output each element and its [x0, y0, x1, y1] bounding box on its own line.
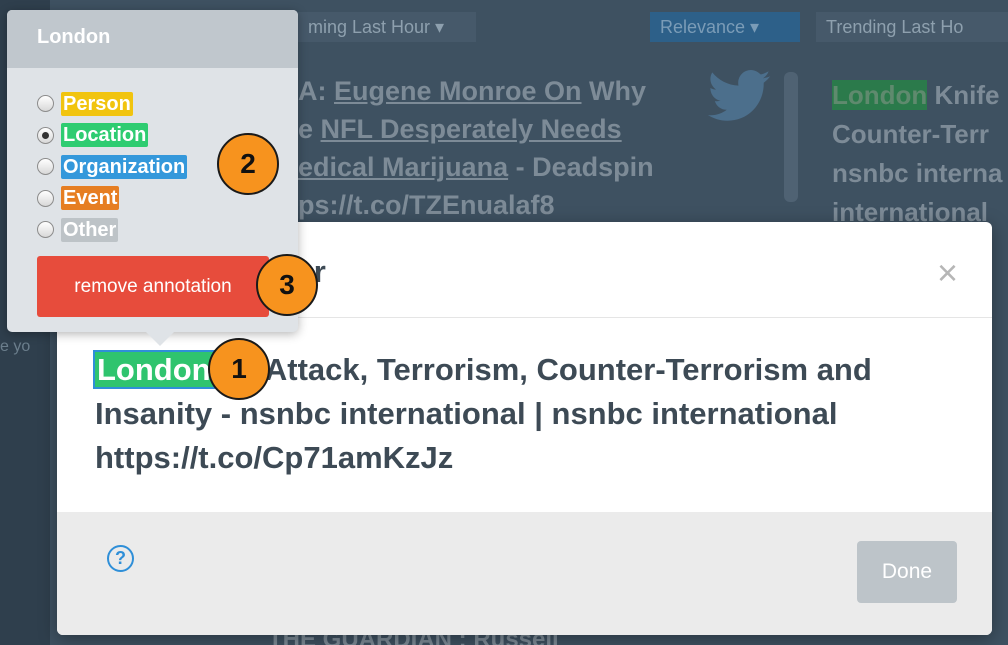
callout-badge-3: 3: [256, 254, 318, 316]
radio-location[interactable]: [37, 126, 54, 144]
option-location[interactable]: Location: [37, 120, 187, 152]
callout-badge-2: 2: [217, 133, 279, 195]
background-scrollbar: [784, 72, 798, 202]
twitter-bird-icon: [707, 70, 771, 121]
popover-arrow: [146, 332, 174, 346]
tag-organization: Organization: [61, 154, 188, 179]
help-icon[interactable]: ?: [107, 545, 134, 572]
background-time-filter: ming Last Hour ▾: [298, 12, 476, 42]
remove-annotation-button[interactable]: remove annotation: [37, 256, 269, 317]
modal-footer: ? Done: [57, 512, 992, 635]
option-organization[interactable]: Organization: [37, 151, 188, 183]
popover-title: London: [7, 10, 298, 68]
entity-type-options: Person Location Organization Event Other: [37, 88, 188, 246]
option-person[interactable]: Person: [37, 88, 187, 120]
modal-body: London fe Attack, Terrorism, Counter-Ter…: [57, 318, 992, 512]
callout-badge-1: 1: [208, 338, 270, 400]
radio-other[interactable]: [37, 221, 54, 239]
background-trending-filter: Trending Last Ho: [816, 12, 1008, 42]
tag-event: Event: [61, 186, 120, 211]
option-event[interactable]: Event: [37, 183, 187, 215]
radio-event[interactable]: [37, 189, 54, 207]
background-right-tweet: London Knife Counter-Terr nsnbc interna …: [832, 80, 1003, 227]
option-other[interactable]: Other: [37, 214, 187, 246]
close-icon[interactable]: ×: [937, 252, 958, 294]
tag-location: Location: [61, 123, 149, 148]
tag-other: Other: [61, 217, 119, 242]
annotated-entity[interactable]: London: [93, 350, 215, 389]
radio-person[interactable]: [37, 95, 54, 113]
background-side-text: e yo: [0, 338, 31, 355]
radio-organization[interactable]: [37, 158, 54, 176]
tag-person: Person: [61, 91, 133, 116]
background-sort-filter: Relevance ▾: [650, 12, 800, 42]
done-button[interactable]: Done: [857, 541, 957, 603]
background-tweet: A: Eugene Monroe On Why e NFL Desperatel…: [298, 76, 654, 220]
